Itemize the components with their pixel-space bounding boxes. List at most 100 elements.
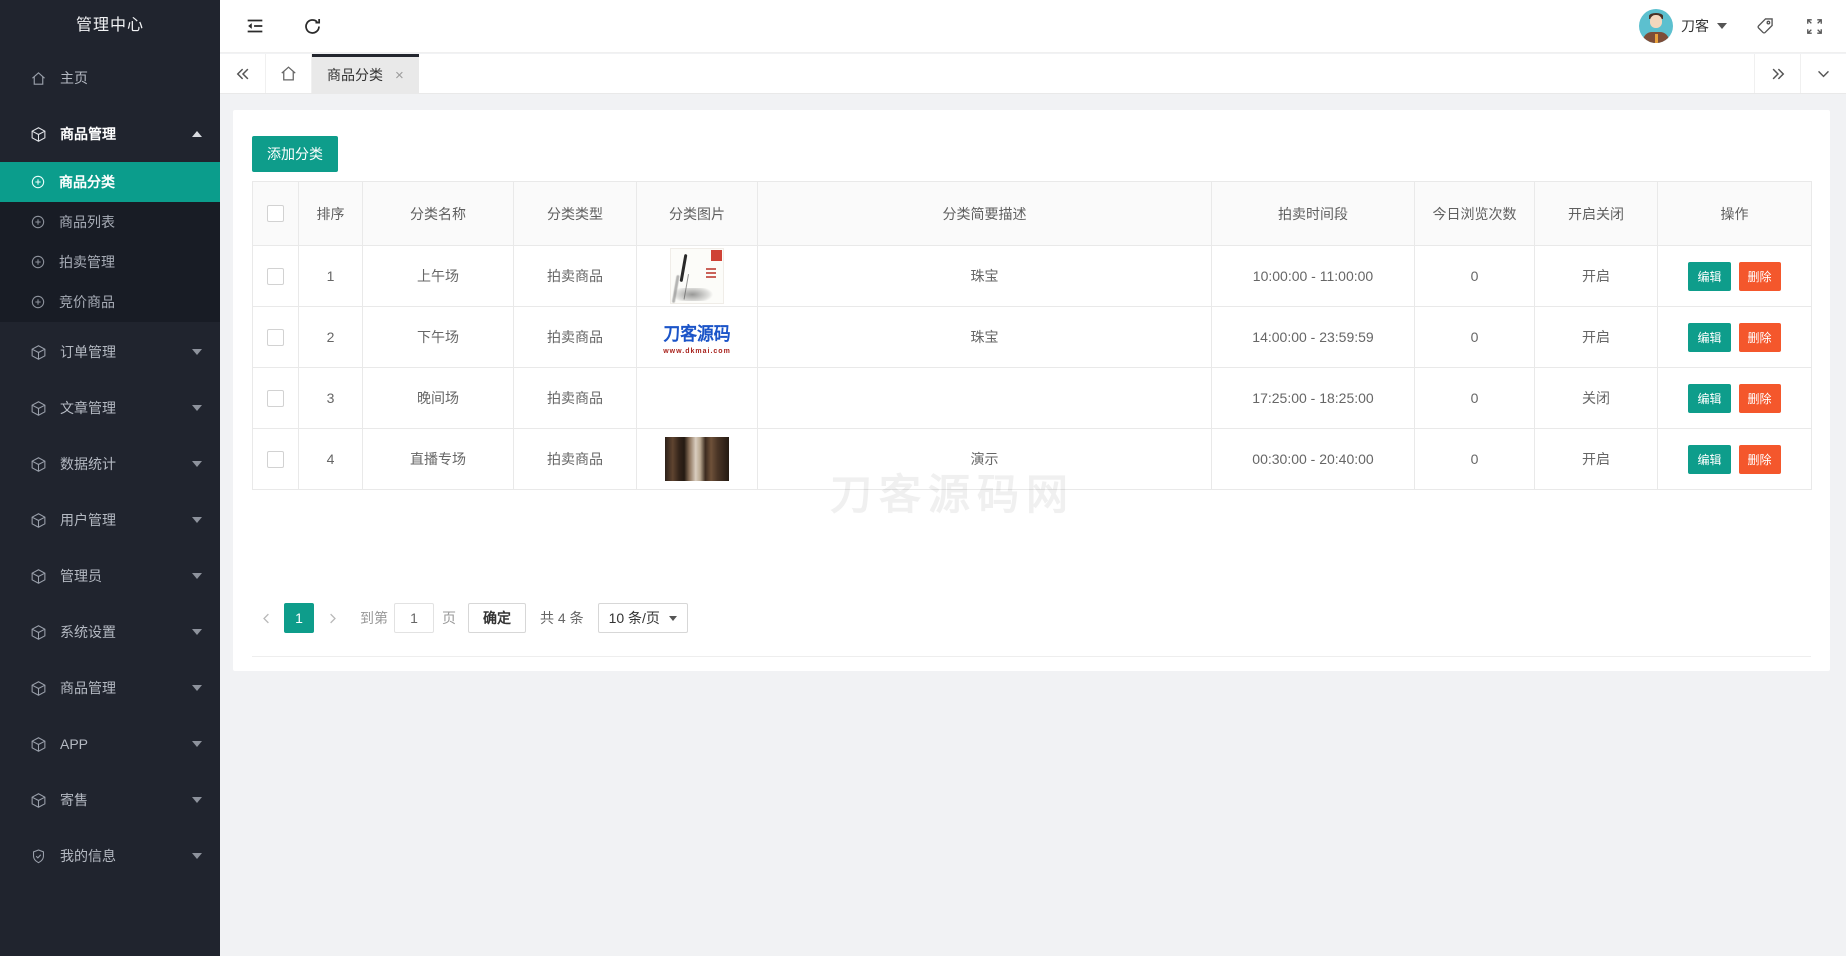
chevron-down-icon [1717, 23, 1727, 29]
sidebar-item-home[interactable]: 主页 [0, 58, 220, 98]
confirm-page-button[interactable]: 确定 [468, 603, 526, 633]
cube-icon [30, 792, 47, 809]
goto-page-input[interactable] [394, 603, 434, 633]
cell-desc: 珠宝 [757, 245, 1212, 307]
col-name: 分类名称 [362, 181, 514, 246]
user-name: 刀客 [1681, 18, 1709, 34]
sidebar-item-label: 主页 [60, 70, 88, 86]
header-checkbox-cell [252, 181, 299, 246]
edit-button[interactable]: 编辑 [1688, 444, 1731, 474]
sidebar-item-label: 竞价商品 [59, 294, 115, 310]
tab-label: 商品分类 [327, 67, 383, 83]
chevron-down-icon [192, 797, 202, 803]
category-image-photo[interactable] [665, 437, 729, 481]
scroll-tabs-left-button[interactable] [220, 54, 266, 93]
cell-type: 拍卖商品 [513, 428, 637, 490]
sidebar-item-articles[interactable]: 文章管理 [0, 388, 220, 428]
col-image: 分类图片 [636, 181, 758, 246]
category-image-ink-painting[interactable] [670, 248, 724, 304]
sidebar-item-users[interactable]: 用户管理 [0, 500, 220, 540]
cell-views: 0 [1414, 428, 1535, 490]
sidebar-item-consignment[interactable]: 寄售 [0, 780, 220, 820]
sidebar-item-my-info[interactable]: 我的信息 [0, 836, 220, 876]
select-all-checkbox[interactable] [267, 205, 284, 222]
tab-home[interactable] [266, 54, 312, 93]
page-size-value: 10 条/页 [608, 610, 660, 626]
row-checkbox[interactable] [267, 328, 284, 346]
sidebar-item-bidding-goods[interactable]: 竞价商品 [0, 282, 220, 322]
cell-time: 00:30:00 - 20:40:00 [1211, 428, 1415, 490]
page-size-select[interactable]: 10 条/页 [597, 603, 688, 633]
circle-plus-icon [30, 214, 46, 230]
col-desc: 分类简要描述 [757, 181, 1212, 246]
chevron-down-icon [192, 853, 202, 859]
cell-time: 10:00:00 - 11:00:00 [1211, 245, 1415, 307]
category-image-daoke-logo[interactable]: 刀客源码 www.dkmai.com [663, 313, 731, 361]
current-page[interactable]: 1 [284, 603, 314, 633]
sidebar-item-label: 数据统计 [60, 456, 116, 472]
sidebar-item-label: 商品列表 [59, 214, 115, 230]
edit-button[interactable]: 编辑 [1688, 261, 1731, 291]
sidebar-item-label: 系统设置 [60, 624, 116, 640]
sidebar-item-goods-mgmt[interactable]: 商品管理 [0, 114, 220, 154]
close-icon[interactable]: × [395, 68, 404, 83]
sidebar-item-auction-mgmt[interactable]: 拍卖管理 [0, 242, 220, 282]
topbar: 刀客 [220, 0, 1846, 53]
col-action: 操作 [1657, 181, 1812, 246]
edit-button[interactable]: 编辑 [1688, 383, 1731, 413]
delete-button[interactable]: 删除 [1738, 322, 1781, 352]
cube-icon [30, 624, 47, 641]
chevron-down-icon [192, 349, 202, 355]
delete-button[interactable]: 删除 [1738, 444, 1781, 474]
prev-page-button[interactable] [252, 603, 280, 633]
cube-icon [30, 512, 47, 529]
cell-status: 关闭 [1534, 367, 1658, 429]
chevron-down-icon [192, 517, 202, 523]
chevron-down-icon [192, 461, 202, 467]
sidebar-item-statistics[interactable]: 数据统计 [0, 444, 220, 484]
scroll-tabs-right-button[interactable] [1754, 54, 1800, 93]
sidebar-item-goods-list[interactable]: 商品列表 [0, 202, 220, 242]
cell-time: 17:25:00 - 18:25:00 [1211, 367, 1415, 429]
sidebar-item-system-settings[interactable]: 系统设置 [0, 612, 220, 652]
goto-label: 到第 [360, 610, 388, 626]
row-checkbox[interactable] [267, 389, 284, 407]
sidebar-item-category[interactable]: 商品分类 [0, 162, 220, 202]
table-empty-space [252, 490, 1811, 600]
collapse-sidebar-icon[interactable] [244, 15, 266, 37]
cell-name: 下午场 [362, 306, 514, 368]
sidebar-item-admins[interactable]: 管理员 [0, 556, 220, 596]
col-type: 分类类型 [513, 181, 637, 246]
user-menu[interactable]: 刀客 [1639, 9, 1727, 43]
fullscreen-icon[interactable] [1805, 17, 1824, 36]
row-checkbox[interactable] [267, 450, 284, 468]
cell-order: 2 [298, 306, 363, 368]
total-count: 共 4 条 [540, 610, 584, 626]
delete-button[interactable]: 删除 [1738, 383, 1781, 413]
sidebar-item-app[interactable]: APP [0, 724, 220, 764]
refresh-icon[interactable] [302, 16, 323, 37]
sidebar-item-goods-mgmt-2[interactable]: 商品管理 [0, 668, 220, 708]
sidebar-item-orders[interactable]: 订单管理 [0, 332, 220, 372]
cell-desc: 珠宝 [757, 306, 1212, 368]
next-page-button[interactable] [318, 603, 346, 633]
edit-button[interactable]: 编辑 [1688, 322, 1731, 352]
delete-button[interactable]: 删除 [1738, 261, 1781, 291]
cell-action: 编辑 删除 [1657, 367, 1812, 429]
add-category-button[interactable]: 添加分类 [252, 136, 338, 172]
row-checkbox[interactable] [267, 267, 284, 285]
cell-views: 0 [1414, 306, 1535, 368]
pagination: 1 到第 页 确定 共 4 条 10 条/页 [252, 600, 1811, 636]
col-status: 开启关闭 [1534, 181, 1658, 246]
sidebar-submenu: 商品分类 商品列表 拍卖管理 竞价商品 [0, 162, 220, 322]
cell-views: 0 [1414, 367, 1535, 429]
home-icon [30, 70, 47, 87]
tag-icon[interactable] [1755, 16, 1775, 36]
page-label: 页 [442, 610, 456, 626]
cell-image [636, 428, 758, 490]
chevron-down-icon [192, 685, 202, 691]
circle-plus-icon [30, 254, 46, 270]
cell-order: 4 [298, 428, 363, 490]
tab-options-button[interactable] [1800, 54, 1846, 93]
tab-category[interactable]: 商品分类 × [312, 54, 419, 93]
